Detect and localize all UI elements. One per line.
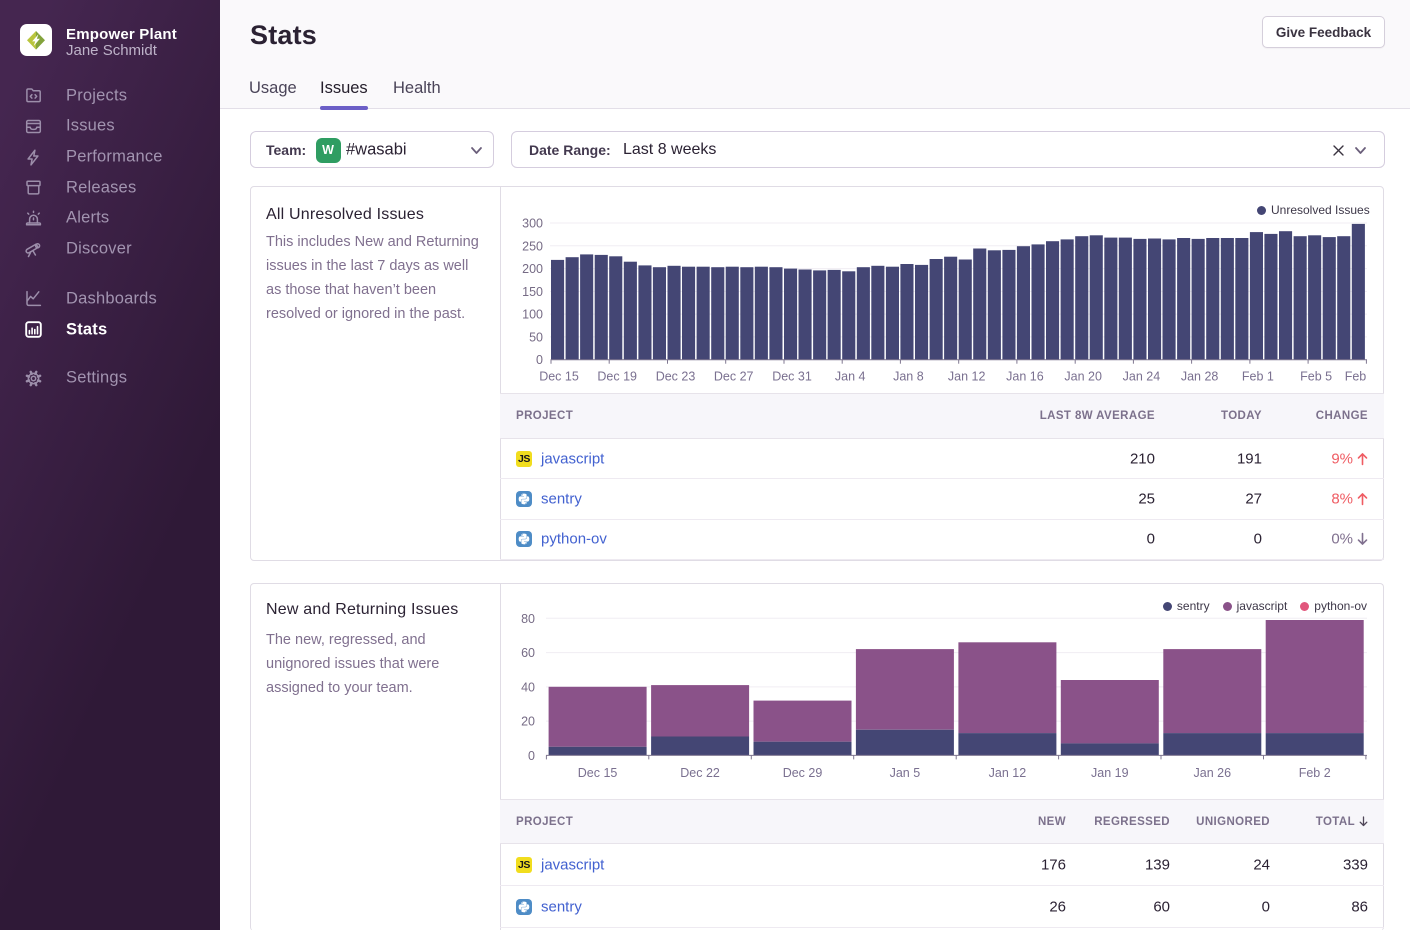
svg-text:Jan 12: Jan 12 xyxy=(989,766,1027,780)
svg-text:Dec 22: Dec 22 xyxy=(680,766,720,780)
svg-text:Jan 5: Jan 5 xyxy=(890,766,921,780)
svg-text:Dec 15: Dec 15 xyxy=(578,766,618,780)
svg-text:Jan 26: Jan 26 xyxy=(1194,766,1232,780)
svg-text:40: 40 xyxy=(521,680,535,694)
svg-text:Jan 19: Jan 19 xyxy=(1091,766,1129,780)
svg-text:0: 0 xyxy=(528,749,535,763)
svg-text:Dec 29: Dec 29 xyxy=(783,766,823,780)
svg-text:Feb 2: Feb 2 xyxy=(1299,766,1331,780)
svg-text:80: 80 xyxy=(521,612,535,626)
svg-text:20: 20 xyxy=(521,715,535,729)
svg-text:60: 60 xyxy=(521,646,535,660)
